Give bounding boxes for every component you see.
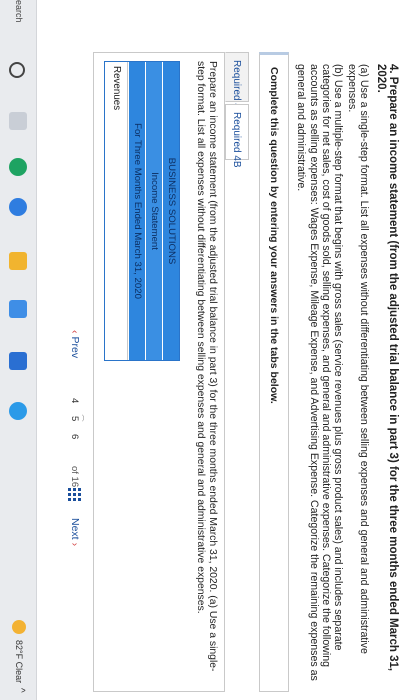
statement-period: For Three Months Ended March 31, 2020 xyxy=(128,62,145,360)
content-panel: Prepare an income statement (from the ad… xyxy=(93,52,225,692)
statement-row-revenues[interactable]: Revenues xyxy=(105,62,128,360)
page-number[interactable]: 6 xyxy=(69,434,80,439)
weather-sun-icon xyxy=(12,620,26,634)
tab-required-4b[interactable]: Required 4B xyxy=(225,104,249,168)
file-explorer-icon[interactable] xyxy=(9,252,27,270)
problem-part-a: (a) Use a single-step format. List all e… xyxy=(345,64,371,654)
instruction-text: Complete this question by entering your … xyxy=(268,67,280,404)
mail-icon[interactable] xyxy=(9,352,27,370)
next-button[interactable]: Next › xyxy=(69,518,81,546)
prev-label: Prev xyxy=(69,336,81,359)
page-number-current[interactable]: 5 xyxy=(69,416,80,421)
edge-browser-icon[interactable] xyxy=(9,158,27,176)
problem-part-b: (b) Use a multiple-step format that begi… xyxy=(295,64,345,681)
grid-icon[interactable] xyxy=(67,488,81,502)
app-icon[interactable] xyxy=(9,402,27,420)
next-label: Next xyxy=(69,518,81,540)
taskbar-search-label[interactable]: earch xyxy=(14,0,24,23)
chevron-right-icon: › xyxy=(69,542,81,547)
chevron-left-icon: ‹ xyxy=(69,330,81,334)
tray-chevron-up-icon[interactable]: ^ xyxy=(15,688,26,693)
statement-company: BUSINESS SOLUTIONS xyxy=(162,62,179,360)
prev-button[interactable]: ‹ Prev xyxy=(69,330,81,358)
page-canvas: 4. Prepare an income statement (from the… xyxy=(0,0,407,700)
page-number[interactable]: 4 xyxy=(69,398,80,403)
instruction-box: Complete this question by entering your … xyxy=(259,52,289,692)
task-view-circle-icon[interactable] xyxy=(9,62,25,78)
statement-name: Income Statement xyxy=(145,62,162,360)
panel-instruction: Prepare an income statement (from the ad… xyxy=(195,61,218,672)
weather-text[interactable]: 82°F Clear xyxy=(14,640,24,683)
taskbar: earch 82°F Clear ^ xyxy=(0,0,37,700)
pagination: ‹Prev 4 ⌒ 5 6 of 16 Next› xyxy=(61,330,85,570)
store-icon[interactable] xyxy=(9,300,27,318)
problem-title: 4. Prepare an income statement (from the… xyxy=(374,64,399,672)
income-statement-table: BUSINESS SOLUTIONS Income Statement For … xyxy=(104,61,180,361)
problem-text: 4. Prepare an income statement (from the… xyxy=(294,64,399,684)
task-view-icon[interactable] xyxy=(9,112,27,130)
chrome-icon[interactable] xyxy=(9,198,27,216)
page-total: of 16 xyxy=(69,466,80,488)
tab-required-4a[interactable]: Required 4A xyxy=(225,52,249,116)
